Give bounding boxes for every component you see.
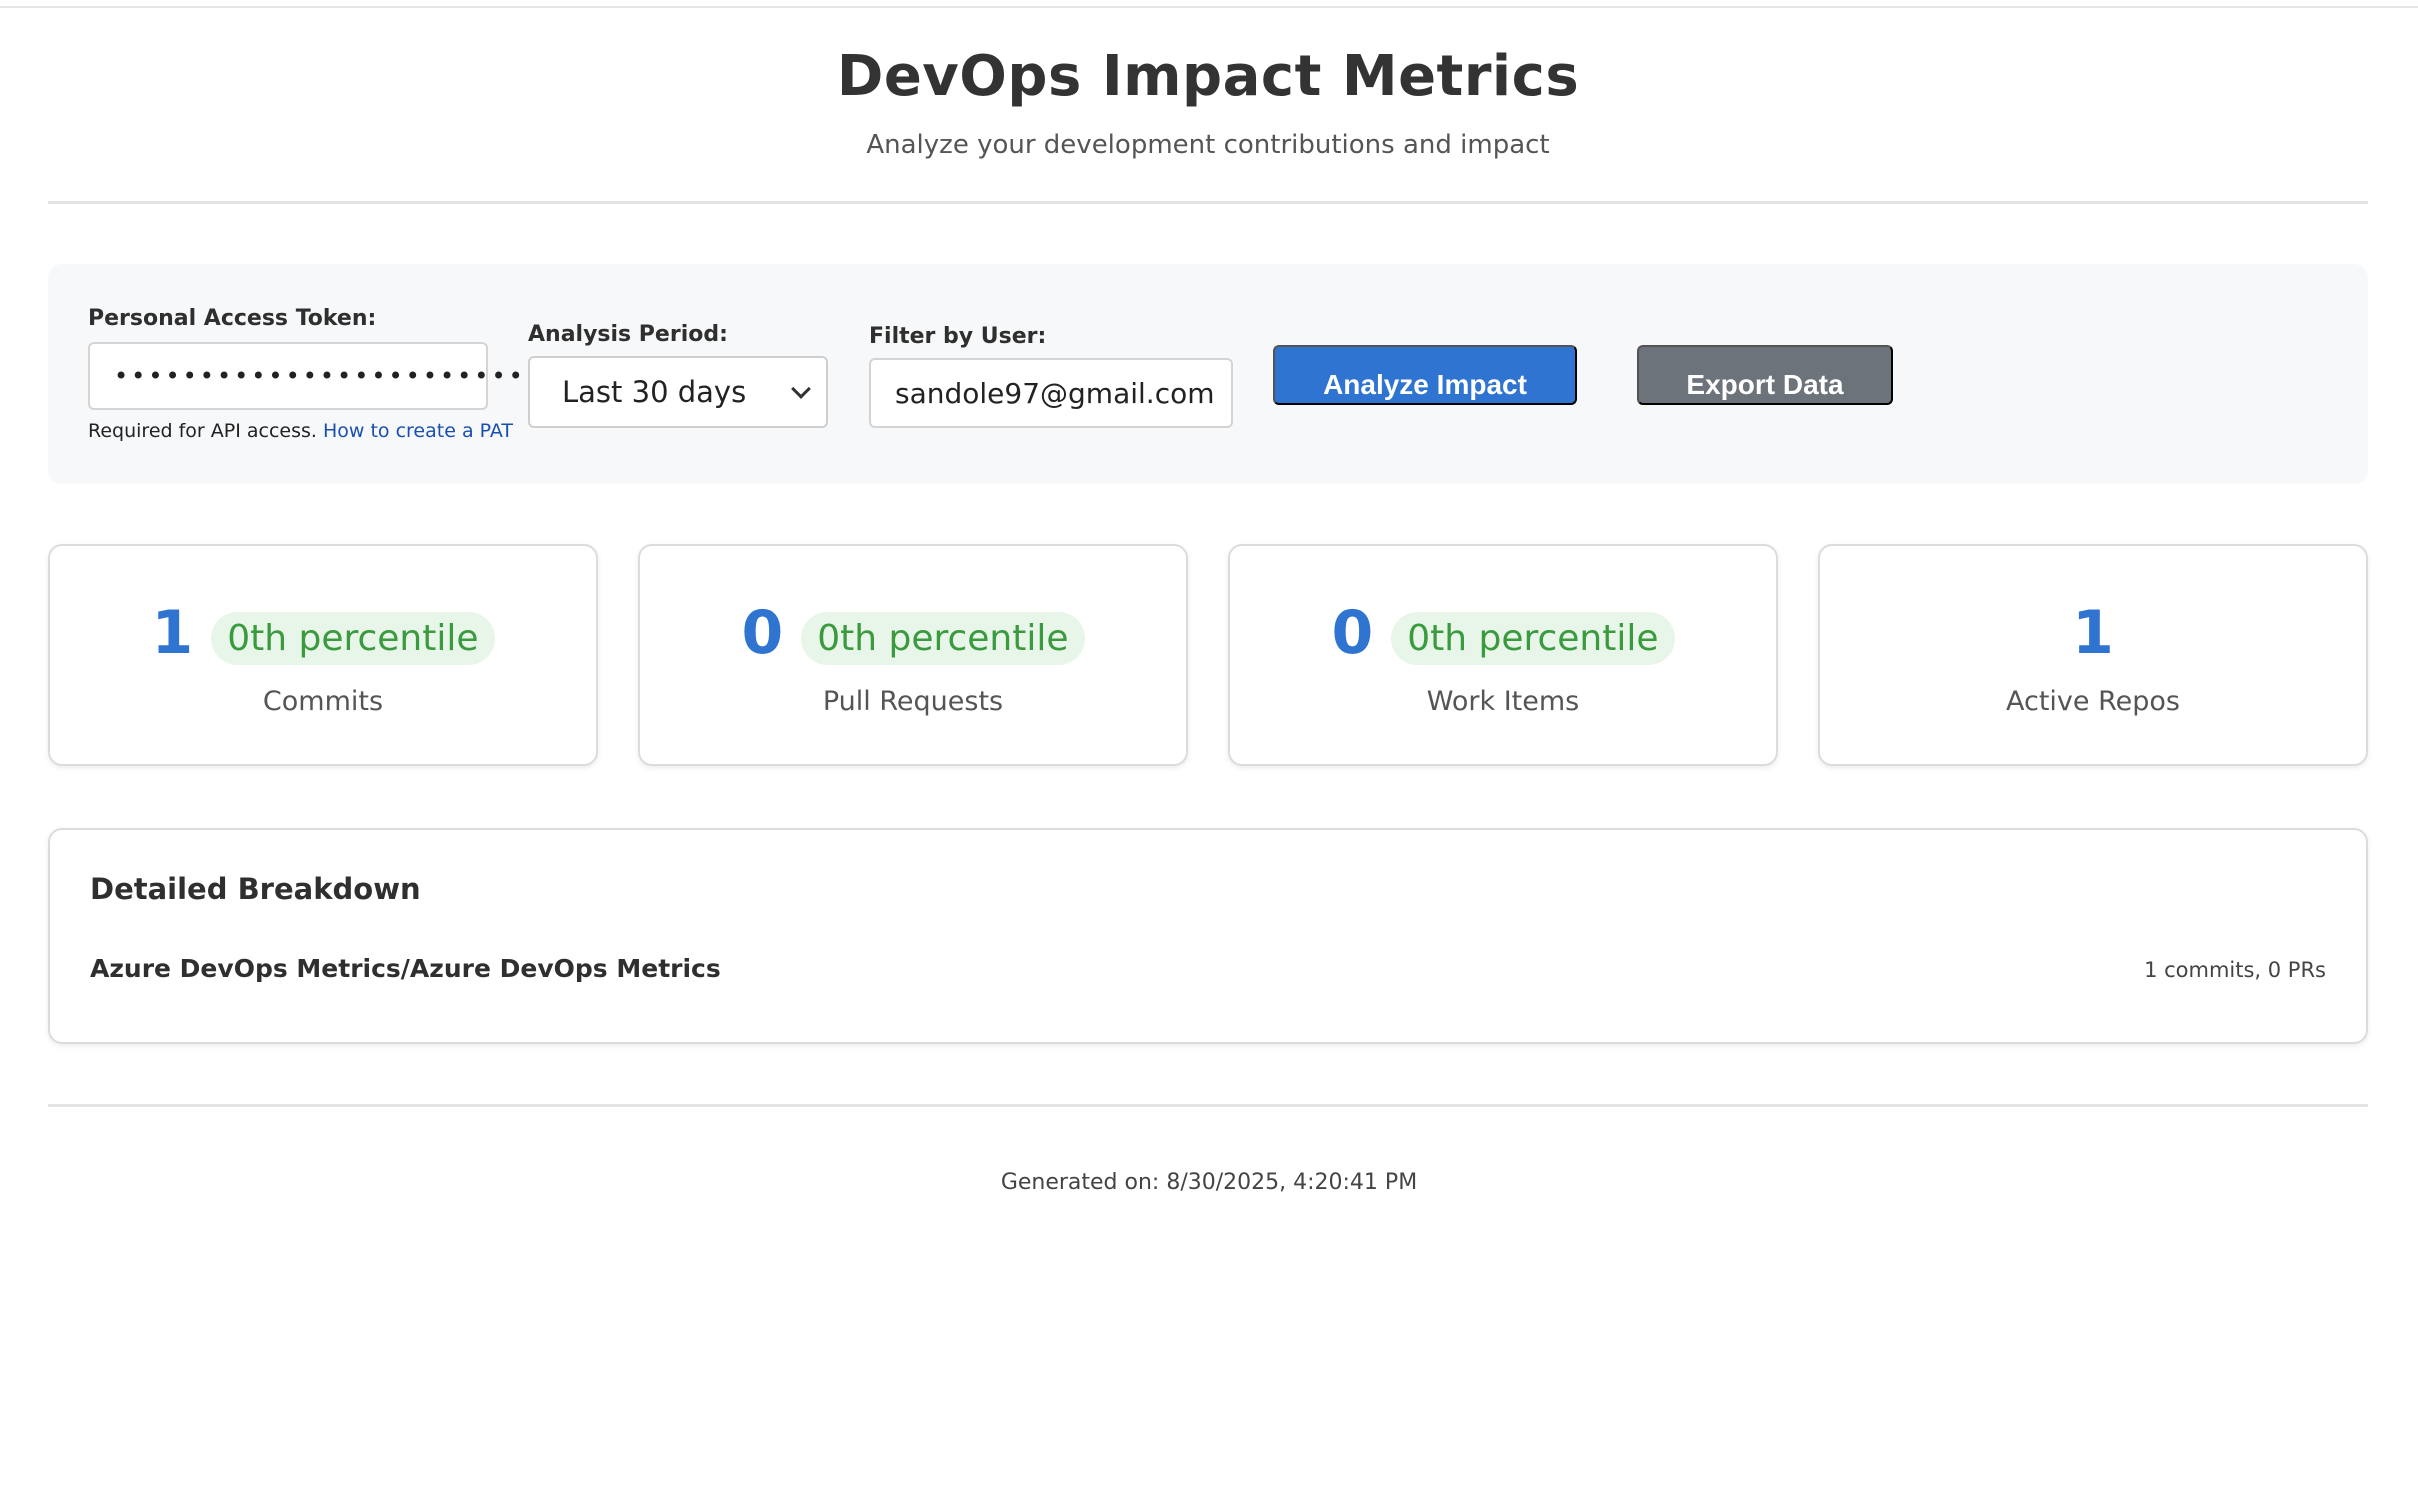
percentile-badge: 0th percentile xyxy=(801,611,1085,665)
pat-label: Personal Access Token: xyxy=(88,306,377,331)
pat-help: Required for API access. How to create a… xyxy=(88,420,513,442)
breakdown-title: Detailed Breakdown xyxy=(90,872,421,906)
metric-row: 1 xyxy=(1820,598,2366,668)
metric-card-active-repos: 1 Active Repos xyxy=(1818,544,2368,766)
analyze-impact-button[interactable]: Analyze Impact xyxy=(1273,345,1577,405)
page-title: DevOps Impact Metrics xyxy=(836,44,1580,109)
metric-label: Pull Requests xyxy=(822,686,1004,717)
footer-divider xyxy=(48,1104,2368,1107)
pat-help-text: Required for API access. xyxy=(88,420,317,442)
create-pat-link[interactable]: How to create a PAT xyxy=(323,420,513,442)
metric-value: 1 xyxy=(151,598,194,668)
chevron-down-icon xyxy=(791,379,811,399)
metric-label: Work Items xyxy=(1426,686,1580,717)
controls-panel: Personal Access Token: •••••••••••••••••… xyxy=(48,264,2368,484)
metric-row: 1 0th percentile xyxy=(50,598,596,668)
page-subtitle: Analyze your development contributions a… xyxy=(866,130,1550,160)
period-selected-value: Last 30 days xyxy=(562,375,747,409)
metric-label: Active Repos xyxy=(2006,686,2180,717)
metric-row: 0 0th percentile xyxy=(1230,598,1776,668)
user-filter-label: Filter by User: xyxy=(869,324,1047,349)
metric-value: 1 xyxy=(2072,598,2114,668)
metric-value: 0 xyxy=(741,598,784,668)
metric-card-work-items: 0 0th percentile Work Items xyxy=(1228,544,1778,766)
breakdown-repo-name: Azure DevOps Metrics/Azure DevOps Metric… xyxy=(90,954,721,983)
percentile-badge: 0th percentile xyxy=(211,611,495,665)
metric-label: Commits xyxy=(262,686,384,717)
detailed-breakdown-panel: Detailed Breakdown Azure DevOps Metrics/… xyxy=(48,828,2368,1044)
metric-card-commits: 1 0th percentile Commits xyxy=(48,544,598,766)
period-select[interactable]: Last 30 days xyxy=(528,356,828,428)
user-filter-input[interactable]: sandole97@gmail.com xyxy=(869,358,1233,428)
metric-row: 0 0th percentile xyxy=(640,598,1186,668)
period-label: Analysis Period: xyxy=(528,322,728,347)
pat-input[interactable]: ••••••••••••••••••••••••••• xyxy=(88,342,574,410)
breakdown-repo-stats: 1 commits, 0 PRs xyxy=(2144,958,2326,982)
metric-card-pull-requests: 0 0th percentile Pull Requests xyxy=(638,544,1188,766)
generated-timestamp: Generated on: 8/30/2025, 4:20:41 PM xyxy=(1000,1170,1418,1195)
percentile-badge: 0th percentile xyxy=(1391,611,1675,665)
metric-value: 0 xyxy=(1331,598,1374,668)
export-data-button[interactable]: Export Data xyxy=(1637,345,1893,405)
page-header: DevOps Impact Metrics Analyze your devel… xyxy=(48,0,2368,204)
